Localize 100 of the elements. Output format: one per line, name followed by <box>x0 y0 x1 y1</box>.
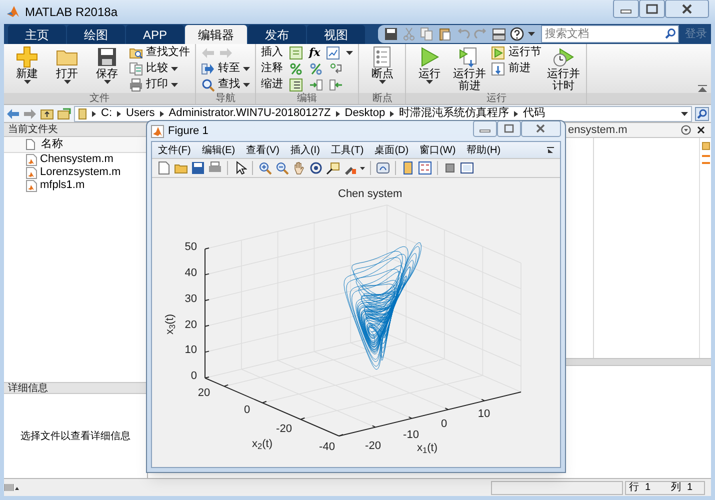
menu-item[interactable]: 插入(I) <box>290 142 320 158</box>
function-button[interactable]: fx <box>309 46 320 60</box>
menu-item[interactable]: 文件(F) <box>158 142 191 158</box>
maximize-button[interactable] <box>497 121 521 137</box>
help-icon[interactable] <box>510 27 524 41</box>
group-label: 断点 <box>359 93 406 104</box>
separator-arrow-icon <box>514 110 518 116</box>
maximize-button[interactable] <box>639 0 665 18</box>
caret-icon[interactable] <box>360 166 365 170</box>
indent-icon[interactable] <box>289 78 303 92</box>
link-plot-icon[interactable] <box>376 161 390 175</box>
ribbon-button[interactable]: 断点 <box>364 45 400 84</box>
file-item[interactable]: Chensystem.m <box>4 153 147 166</box>
folder-search-icon <box>129 46 143 60</box>
row-label: 行 <box>629 481 639 495</box>
wrap-icon[interactable] <box>329 62 343 76</box>
plus-icon <box>16 46 38 68</box>
hide-tools-icon[interactable] <box>443 161 457 175</box>
warning-marker-icon <box>702 162 710 164</box>
collapse-icon[interactable] <box>698 85 707 92</box>
breakpoint-icon <box>371 46 394 68</box>
ribbon-tab[interactable]: 主页 <box>8 25 66 44</box>
ribbon-tab[interactable]: 绘图 <box>67 25 125 44</box>
file-item[interactable]: mfpls1.m <box>4 179 147 192</box>
close-icon[interactable] <box>697 126 705 134</box>
legend-icon[interactable] <box>418 161 432 175</box>
caret-icon[interactable] <box>528 32 535 36</box>
save-icon[interactable] <box>384 27 398 41</box>
file-item[interactable]: Lorenzsystem.m <box>4 166 147 179</box>
ribbon-button[interactable]: 运行 <box>411 45 448 84</box>
caret-icon[interactable] <box>681 112 688 116</box>
path-field[interactable]: C: Users Administrator.WIN7U-20180127Z Desktop 时滞混沌系统仿真程序 代码 <box>74 106 692 122</box>
show-tools-icon[interactable] <box>460 161 474 175</box>
row-label: 插入 <box>261 45 283 60</box>
ribbon-button[interactable]: 打印 <box>129 77 190 92</box>
indent-right-icon[interactable] <box>309 78 323 92</box>
search-icon[interactable] <box>695 106 709 120</box>
row-label: 缩进 <box>261 76 283 92</box>
insert-icon[interactable] <box>289 46 303 60</box>
window-title: MATLAB R2018a <box>25 4 118 21</box>
menu-item[interactable]: 桌面(D) <box>374 142 409 158</box>
function-icon[interactable] <box>326 46 340 60</box>
colorbar-icon[interactable] <box>401 161 415 175</box>
ribbon-button[interactable]: 保存 <box>89 45 125 84</box>
ribbon-button[interactable]: 运行并前进 <box>451 45 488 92</box>
search-field[interactable]: 搜索文档 <box>541 25 679 43</box>
path-segment[interactable]: 时滞混沌系统仿真程序 <box>399 105 510 122</box>
new-file-icon[interactable] <box>157 161 171 175</box>
path-segment[interactable]: Desktop <box>344 105 386 122</box>
ribbon-button[interactable]: 比较 <box>129 61 190 76</box>
printer-icon[interactable] <box>208 161 222 175</box>
path-segment[interactable]: C: <box>101 105 112 122</box>
indent-left-icon[interactable] <box>329 78 343 92</box>
ribbon-tab[interactable]: 编辑器 <box>185 25 247 44</box>
ribbon-button[interactable]: 运行并计时 <box>545 45 582 92</box>
search-icon <box>665 28 676 39</box>
ribbon-tab[interactable]: APP <box>126 25 184 44</box>
up-folder-icon[interactable] <box>40 108 54 120</box>
ribbon-button[interactable]: 转至 <box>201 61 250 76</box>
menu-item[interactable]: 查看(V) <box>246 142 280 158</box>
data-cursor-icon[interactable] <box>326 161 340 175</box>
group-label: 导航 <box>196 93 255 104</box>
tick-label: 10 <box>184 344 197 356</box>
zoom-out-icon[interactable] <box>275 161 289 175</box>
details-message: 选择文件以查看详细信息 <box>20 430 130 444</box>
menu-item[interactable]: 窗口(W) <box>420 142 456 158</box>
minimize-button[interactable] <box>473 121 497 137</box>
dock-arrow-icon[interactable] <box>547 147 554 153</box>
menu-item[interactable]: 帮助(H) <box>466 142 501 158</box>
menu-item[interactable]: 编辑(E) <box>202 142 236 158</box>
editor-tab[interactable]: ensystem.m <box>568 122 628 138</box>
path-segment[interactable]: 代码 <box>523 105 546 122</box>
percent-pair-icon[interactable] <box>309 62 323 76</box>
row-label: 注释 <box>261 60 283 76</box>
rotate-icon[interactable] <box>309 161 323 175</box>
save-icon[interactable] <box>191 161 205 175</box>
path-segment[interactable]: Users <box>126 105 155 122</box>
hand-icon[interactable] <box>292 161 306 175</box>
ribbon-button[interactable]: 前进 <box>491 61 542 76</box>
window-switch-icon[interactable] <box>492 27 506 41</box>
minimize-button[interactable] <box>613 0 639 18</box>
ribbon-button[interactable]: 新建 <box>9 45 45 84</box>
back-arrow-icon[interactable] <box>6 108 20 120</box>
dropdown-circle-icon[interactable] <box>681 125 691 135</box>
ribbon-button[interactable]: 查找 <box>201 77 250 92</box>
close-button[interactable] <box>521 121 561 137</box>
ribbon-button[interactable]: 打开 <box>49 45 85 84</box>
zoom-in-icon[interactable] <box>258 161 272 175</box>
column-header[interactable]: 名称 <box>4 137 147 153</box>
ribbon-tab[interactable]: 视图 <box>307 25 365 44</box>
ribbon-tab[interactable]: 发布 <box>248 25 306 44</box>
play-icon <box>491 46 506 60</box>
path-segment[interactable]: Administrator.WIN7U-20180127Z <box>168 105 331 122</box>
ribbon-button[interactable]: 查找文件 <box>129 45 190 60</box>
grip-icon[interactable] <box>4 483 20 492</box>
close-button[interactable] <box>665 0 709 18</box>
tick-label: 0 <box>440 418 448 430</box>
paste-icon[interactable] <box>438 27 452 41</box>
ribbon-button[interactable]: 运行节 <box>491 45 542 60</box>
menu-item[interactable]: 工具(T) <box>330 142 364 158</box>
